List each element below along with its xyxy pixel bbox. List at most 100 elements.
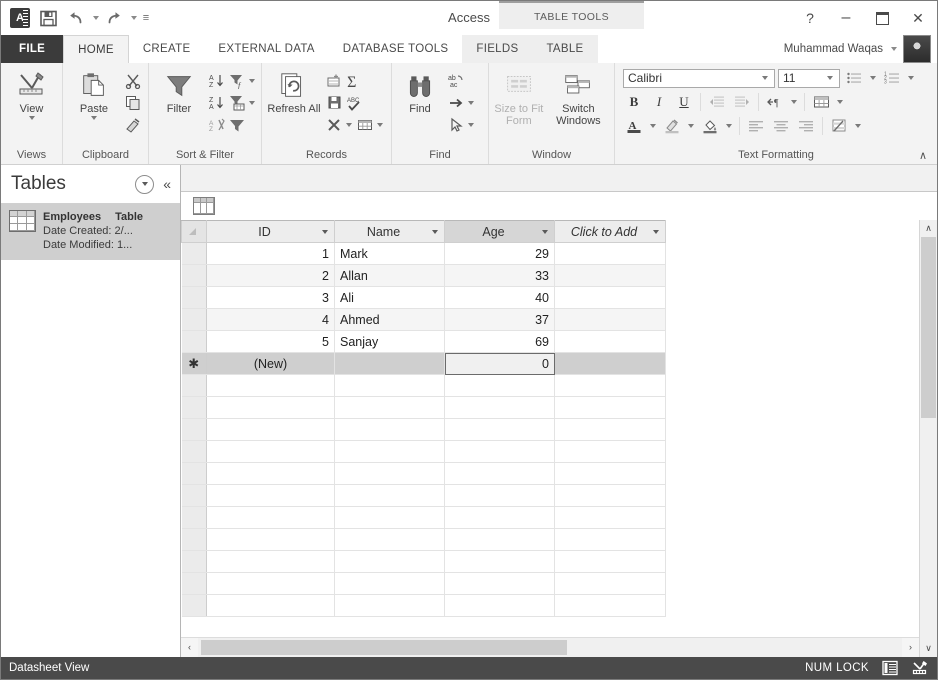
horizontal-scroll-track[interactable]: [198, 638, 902, 657]
tab-create[interactable]: CREATE: [129, 35, 205, 63]
scroll-up-button[interactable]: ∧: [920, 220, 937, 237]
underline-button[interactable]: U: [673, 92, 695, 113]
vertical-scroll-thumb[interactable]: [921, 237, 936, 418]
close-button[interactable]: ✕: [907, 7, 929, 29]
vertical-scrollbar[interactable]: ∧ ∨: [919, 220, 937, 657]
text-highlight-button[interactable]: [661, 116, 683, 137]
sort-descending-button[interactable]: Z A: [207, 93, 226, 113]
table-row[interactable]: 1 Mark 29: [182, 243, 666, 265]
scroll-down-button[interactable]: ∨: [920, 640, 937, 657]
advanced-filter-caret-icon[interactable]: [249, 101, 255, 105]
cell-id[interactable]: 2: [207, 265, 335, 287]
cell-age[interactable]: 33: [445, 265, 555, 287]
user-account-area[interactable]: Muhammad Waqas: [784, 35, 937, 63]
cell-name[interactable]: Ahmed: [335, 309, 445, 331]
numbering-caret-icon[interactable]: [908, 76, 914, 80]
column-header-click-to-add[interactable]: Click to Add: [555, 221, 666, 243]
spelling-button[interactable]: ABC: [344, 93, 363, 113]
text-direction-button[interactable]: ¶: [764, 92, 786, 113]
cell-name[interactable]: Sanjay: [335, 331, 445, 353]
cell-id[interactable]: 5: [207, 331, 335, 353]
font-size-caret-icon[interactable]: [827, 76, 833, 80]
maximize-button[interactable]: [871, 7, 893, 29]
avatar[interactable]: [903, 35, 931, 63]
cell-add-new[interactable]: [555, 243, 666, 265]
background-color-button[interactable]: [699, 116, 721, 137]
alternate-row-color-button[interactable]: [828, 116, 850, 137]
tab-file[interactable]: FILE: [1, 35, 63, 63]
cell-name[interactable]: Ali: [335, 287, 445, 309]
go-to-caret-icon[interactable]: [468, 101, 474, 105]
text-direction-caret-icon[interactable]: [791, 100, 797, 104]
cell-age[interactable]: 29: [445, 243, 555, 265]
font-color-caret-icon[interactable]: [650, 124, 656, 128]
column-header-id[interactable]: ID: [207, 221, 335, 243]
column-header-name-caret-icon[interactable]: [432, 230, 438, 234]
format-painter-button[interactable]: [123, 115, 142, 135]
remove-sort-button[interactable]: A Z: [207, 115, 226, 135]
more-records-button[interactable]: [355, 115, 374, 135]
cell-add-new[interactable]: [555, 331, 666, 353]
tab-home[interactable]: HOME: [63, 35, 129, 63]
tab-table[interactable]: TABLE: [532, 35, 597, 63]
find-button[interactable]: Find: [396, 67, 444, 115]
numbering-button[interactable]: 1 2 3: [881, 68, 903, 89]
cell-id[interactable]: 4: [207, 309, 335, 331]
access-app-icon[interactable]: A: [7, 5, 33, 31]
save-record-button[interactable]: [324, 93, 343, 113]
font-size-input[interactable]: 11: [778, 69, 840, 88]
cell-id[interactable]: 3: [207, 287, 335, 309]
new-record-marker[interactable]: ✱: [182, 353, 207, 375]
column-header-id-caret-icon[interactable]: [322, 230, 328, 234]
user-menu-caret-icon[interactable]: [891, 47, 897, 51]
replace-button[interactable]: ab ac: [446, 71, 465, 91]
table-row[interactable]: 3 Ali 40: [182, 287, 666, 309]
new-record-button[interactable]: [324, 71, 343, 91]
help-button[interactable]: ?: [799, 7, 821, 29]
column-header-click-to-add-caret-icon[interactable]: [653, 230, 659, 234]
refresh-all-button[interactable]: Refresh All: [266, 67, 322, 115]
totals-button[interactable]: Σ: [344, 71, 363, 91]
selection-filter-caret-icon[interactable]: [249, 79, 255, 83]
sort-ascending-button[interactable]: A Z: [207, 71, 226, 91]
horizontal-scrollbar[interactable]: ‹ ›: [181, 637, 919, 657]
background-color-caret-icon[interactable]: [726, 124, 732, 128]
paste-dropdown-caret-icon[interactable]: [91, 116, 97, 120]
tab-external-data[interactable]: EXTERNAL DATA: [204, 35, 328, 63]
column-header-age[interactable]: Age: [445, 221, 555, 243]
decrease-indent-button[interactable]: [706, 92, 728, 113]
horizontal-scroll-thumb[interactable]: [201, 640, 567, 655]
view-button[interactable]: View: [5, 67, 58, 120]
datasheet-view-icon[interactable]: [881, 660, 899, 676]
cell-age-new[interactable]: 0: [445, 353, 555, 375]
delete-button[interactable]: [324, 115, 343, 135]
view-dropdown-caret-icon[interactable]: [29, 116, 35, 120]
selection-filter-button[interactable]: f: [227, 71, 246, 91]
customize-qat-icon[interactable]: ≡: [139, 8, 153, 28]
increase-indent-button[interactable]: [731, 92, 753, 113]
redo-icon[interactable]: [101, 5, 127, 31]
table-datasheet-tab-icon[interactable]: [193, 197, 215, 215]
italic-button[interactable]: I: [648, 92, 670, 113]
font-name-caret-icon[interactable]: [762, 76, 768, 80]
cell-age[interactable]: 69: [445, 331, 555, 353]
scroll-right-button[interactable]: ›: [902, 638, 919, 655]
cell-age[interactable]: 37: [445, 309, 555, 331]
align-right-button[interactable]: [795, 116, 817, 137]
select-all-corner[interactable]: [182, 221, 207, 243]
select-caret-icon[interactable]: [468, 123, 474, 127]
more-records-caret-icon[interactable]: [377, 123, 383, 127]
cell-name-new[interactable]: [335, 353, 445, 375]
cell-name[interactable]: Mark: [335, 243, 445, 265]
design-view-icon[interactable]: [911, 660, 929, 676]
undo-dropdown-caret-icon[interactable]: [93, 16, 99, 20]
nav-item-employees[interactable]: Employees Table Date Created: 2/... Date…: [1, 204, 180, 260]
paste-button[interactable]: Paste: [67, 67, 121, 120]
tab-database-tools[interactable]: DATABASE TOOLS: [329, 35, 463, 63]
cell-age[interactable]: 40: [445, 287, 555, 309]
cell-id[interactable]: 1: [207, 243, 335, 265]
switch-windows-button[interactable]: Switch Windows: [547, 67, 610, 127]
cell-add-new[interactable]: [555, 287, 666, 309]
collapse-navigation-pane-button[interactable]: «: [160, 176, 174, 192]
row-selector[interactable]: [182, 309, 207, 331]
